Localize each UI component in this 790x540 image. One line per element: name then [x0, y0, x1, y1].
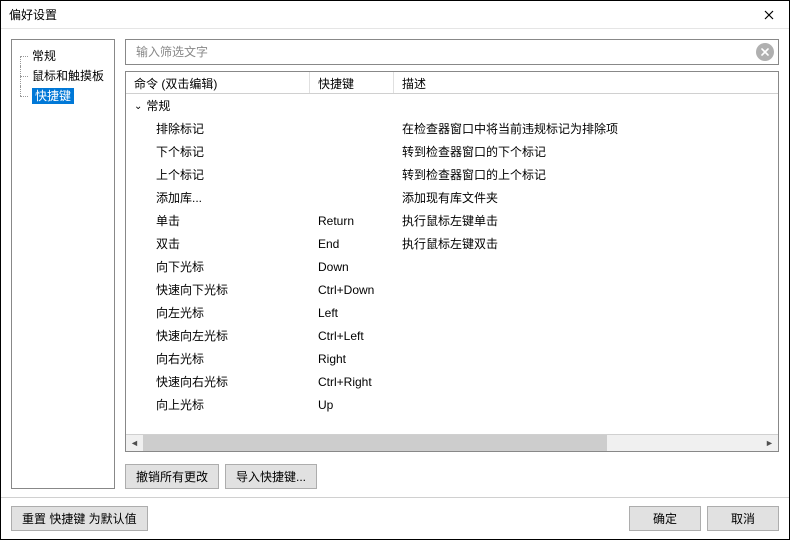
right-panel: 命令 (双击编辑) 快捷键 描述 ⌄常规 排除标记在检查器 — [125, 39, 779, 489]
close-button[interactable] — [749, 1, 789, 29]
tree-item-label: 常规 — [32, 49, 56, 63]
window-title: 偏好设置 — [9, 6, 57, 23]
category-tree[interactable]: 常规 鼠标和触摸板 快捷键 — [11, 39, 115, 489]
ok-button[interactable]: 确定 — [629, 506, 701, 531]
header-shortcut[interactable]: 快捷键 — [310, 72, 394, 93]
table-header: 命令 (双击编辑) 快捷键 描述 — [126, 72, 778, 94]
table-row[interactable]: 向上光标Up — [126, 393, 778, 416]
titlebar: 偏好设置 — [1, 1, 789, 29]
search-input[interactable] — [134, 44, 756, 60]
scroll-thumb[interactable] — [143, 435, 607, 451]
cell-shortcut: End — [310, 237, 394, 251]
table-row[interactable]: 单击Return执行鼠标左键单击 — [126, 209, 778, 232]
clear-search-button[interactable] — [756, 43, 774, 61]
tree-item-shortcuts[interactable]: 快捷键 — [14, 86, 112, 106]
reset-defaults-button[interactable]: 重置 快捷键 为默认值 — [11, 506, 148, 531]
cell-shortcut: Ctrl+Left — [310, 329, 394, 343]
dialog-footer: 重置 快捷键 为默认值 确定 取消 — [1, 497, 789, 539]
cell-command: 向左光标 — [126, 304, 310, 321]
tree-item-mouse[interactable]: 鼠标和触摸板 — [14, 66, 112, 86]
cell-description: 转到检查器窗口的上个标记 — [394, 166, 778, 183]
scroll-left-button[interactable]: ◄ — [126, 435, 143, 451]
cell-command: 添加库... — [126, 189, 310, 206]
cell-command: 向下光标 — [126, 258, 310, 275]
cell-command: 下个标记 — [126, 143, 310, 160]
cell-shortcut: Up — [310, 398, 394, 412]
close-icon — [764, 10, 774, 20]
table-row[interactable]: 向右光标Right — [126, 347, 778, 370]
undo-all-button[interactable]: 撤销所有更改 — [125, 464, 219, 489]
chevron-down-icon[interactable]: ⌄ — [134, 101, 142, 112]
table-row[interactable]: 向左光标Left — [126, 301, 778, 324]
cell-shortcut: Left — [310, 306, 394, 320]
cell-shortcut: Return — [310, 214, 394, 228]
cell-description: 添加现有库文件夹 — [394, 189, 778, 206]
horizontal-scrollbar[interactable]: ◄ ► — [126, 434, 778, 451]
table-row[interactable]: 向下光标Down — [126, 255, 778, 278]
group-label: 常规 — [146, 99, 170, 113]
x-icon — [761, 48, 769, 56]
cell-command: 快速向下光标 — [126, 281, 310, 298]
table-row[interactable]: 双击End执行鼠标左键双击 — [126, 232, 778, 255]
upper-panel: 常规 鼠标和触摸板 快捷键 命令 (双击编辑 — [11, 39, 779, 489]
cell-command: 向右光标 — [126, 350, 310, 367]
cell-command: 上个标记 — [126, 166, 310, 183]
cell-description: 转到检查器窗口的下个标记 — [394, 143, 778, 160]
table-row[interactable]: 添加库... 添加现有库文件夹 — [126, 186, 778, 209]
cell-command: 快速向左光标 — [126, 327, 310, 344]
cell-command: 单击 — [126, 212, 310, 229]
tree-item-general[interactable]: 常规 — [14, 46, 112, 66]
cell-command: 快速向右光标 — [126, 373, 310, 390]
tree-item-label: 快捷键 — [32, 88, 74, 104]
table-row[interactable]: 快速向左光标Ctrl+Left — [126, 324, 778, 347]
table-row[interactable]: 上个标记 转到检查器窗口的上个标记 — [126, 163, 778, 186]
cell-command: 排除标记 — [126, 120, 310, 137]
cell-shortcut: Ctrl+Right — [310, 375, 394, 389]
cell-shortcut: Right — [310, 352, 394, 366]
preferences-window: 偏好设置 常规 鼠标和触摸板 快捷键 — [0, 0, 790, 540]
header-command[interactable]: 命令 (双击编辑) — [126, 72, 310, 93]
table-body[interactable]: ⌄ 常规 排除标记 在检查器窗口中将当前违规标记为排除项下个标记 转到检查器窗口的下个… — [126, 94, 778, 434]
scroll-track[interactable] — [143, 435, 761, 451]
table-row[interactable]: 快速向下光标Ctrl+Down — [126, 278, 778, 301]
cell-command: 向上光标 — [126, 396, 310, 413]
cancel-button[interactable]: 取消 — [707, 506, 779, 531]
cell-description: 执行鼠标左键单击 — [394, 212, 778, 229]
dialog-body: 常规 鼠标和触摸板 快捷键 命令 (双击编辑 — [1, 29, 789, 497]
cell-description: 执行鼠标左键双击 — [394, 235, 778, 252]
cell-shortcut: Down — [310, 260, 394, 274]
table-action-buttons: 撤销所有更改 导入快捷键... — [125, 464, 779, 489]
table-row[interactable]: 排除标记 在检查器窗口中将当前违规标记为排除项 — [126, 117, 778, 140]
import-shortcuts-button[interactable]: 导入快捷键... — [225, 464, 317, 489]
scroll-right-button[interactable]: ► — [761, 435, 778, 451]
header-description[interactable]: 描述 — [394, 72, 778, 93]
tree-item-label: 鼠标和触摸板 — [32, 69, 104, 83]
table-row[interactable]: 快速向右光标Ctrl+Right — [126, 370, 778, 393]
shortcuts-table: 命令 (双击编辑) 快捷键 描述 ⌄常规 排除标记在检查器 — [125, 71, 779, 452]
table-group-row[interactable]: ⌄ 常规 — [126, 94, 778, 117]
search-field-wrap — [125, 39, 779, 65]
table-row[interactable]: 下个标记 转到检查器窗口的下个标记 — [126, 140, 778, 163]
cell-command: 双击 — [126, 235, 310, 252]
cell-shortcut: Ctrl+Down — [310, 283, 394, 297]
cell-description: 在检查器窗口中将当前违规标记为排除项 — [394, 120, 778, 137]
